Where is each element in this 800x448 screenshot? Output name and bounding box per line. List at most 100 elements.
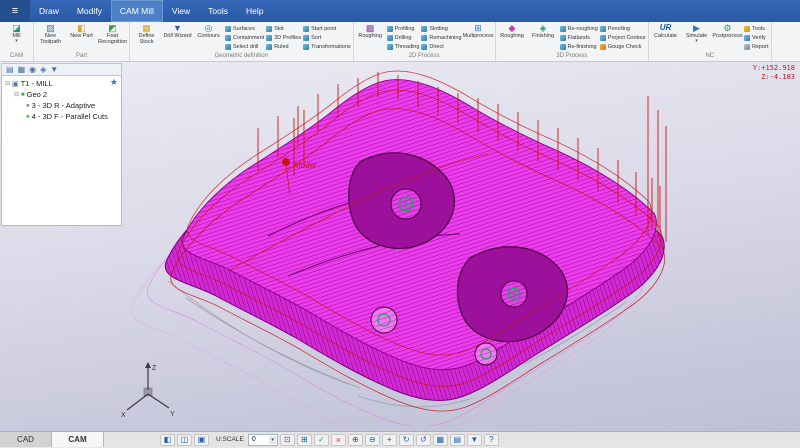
profiling-button[interactable]: Profiling <box>387 24 420 33</box>
finishing-button[interactable]: ◈ Finishing <box>528 22 559 52</box>
tree-node-operation-2[interactable]: ● 4 - 3D F - Parallel Cuts <box>2 111 121 122</box>
contours-button[interactable]: ◎ Contours <box>193 22 224 52</box>
roughing-2d-button[interactable]: ▩ Roughing <box>355 22 386 52</box>
select-drill-label: Select drill <box>233 44 258 50</box>
tree-node-operation-2-label: 4 - 3D F - Parallel Cuts <box>32 112 108 121</box>
new-part-icon: ◧ <box>77 23 86 33</box>
app-menu-button[interactable]: ≡ <box>0 0 30 22</box>
drilling-button[interactable]: Drilling <box>387 33 420 42</box>
re-finishing-button[interactable]: Re-finishing <box>560 42 598 51</box>
tree-node-operation-1[interactable]: ● 3 - 3D R - Adaptive <box>2 100 121 111</box>
panel-visibility-button[interactable]: ◉ <box>29 66 36 74</box>
threading-button[interactable]: Threading <box>387 42 420 51</box>
view-shaded-button[interactable]: ◧ <box>160 434 175 446</box>
collapse-icon[interactable]: ⊟ <box>5 80 10 87</box>
sort-icon <box>303 35 309 41</box>
panel-pin-button[interactable]: ◈ <box>40 66 46 74</box>
model-3d-view[interactable]: Model <box>108 66 708 426</box>
menu-modify[interactable]: Modify <box>68 0 111 22</box>
roughing-2d-icon: ▩ <box>366 23 375 33</box>
simulate-button[interactable]: ▶ Simulate ▾ <box>681 22 712 52</box>
roughing-3d-button[interactable]: ◆ Roughing <box>497 22 528 52</box>
postprocess-button[interactable]: ⚙ Postprocess <box>712 22 743 52</box>
menu-help[interactable]: Help <box>237 0 272 22</box>
new-toolpath-button[interactable]: ▨ New Toolpath <box>35 22 66 52</box>
remachining-button[interactable]: Remachining <box>421 33 461 42</box>
view-iso-button[interactable]: ▣ <box>194 434 209 446</box>
sort-button[interactable]: Sort <box>303 33 351 42</box>
define-stock-button[interactable]: ▦ Define Stock <box>131 22 162 52</box>
ruled-button[interactable]: Ruled <box>266 42 301 51</box>
feat-recognition-icon: ◩ <box>108 23 117 33</box>
view-wireframe-button[interactable]: ◫ <box>177 434 192 446</box>
tab-cam[interactable]: CAM <box>52 432 104 447</box>
chevron-down-icon: ▾ <box>15 39 18 44</box>
feat-recognition-button[interactable]: ◩ Feat Recognition <box>97 22 128 52</box>
pan-button[interactable]: + <box>382 434 397 446</box>
drilling-icon <box>387 35 393 41</box>
menu-cam-mill[interactable]: CAM Mill <box>111 0 163 22</box>
drill-wizard-button[interactable]: ▼ Drill Wizard <box>162 22 193 52</box>
layers-button[interactable]: ▤ <box>450 434 465 446</box>
direct-button[interactable]: Direct <box>421 42 461 51</box>
project-contour-icon <box>600 35 606 41</box>
simulate-icon: ▶ <box>693 23 700 33</box>
previous-view-button[interactable]: ↺ <box>416 434 431 446</box>
tree-node-machine[interactable]: ⊟ ▣ T1 - MILL <box>2 78 121 89</box>
zoom-window-button[interactable]: ⊡ <box>280 434 295 446</box>
containment-button[interactable]: Containment <box>225 33 264 42</box>
help-button[interactable]: ? <box>484 434 499 446</box>
menu-draw[interactable]: Draw <box>30 0 68 22</box>
new-part-button[interactable]: ◧ New Part <box>66 22 97 52</box>
confirm-button[interactable]: ✓ <box>314 434 329 446</box>
define-stock-icon: ▦ <box>142 23 151 33</box>
machine-icon: ▣ <box>12 80 19 88</box>
tree-node-machine-label: T1 - MILL <box>21 79 53 88</box>
start-point-button[interactable]: Start point <box>303 24 351 33</box>
zoom-in-button[interactable]: ⊕ <box>348 434 363 446</box>
rotate-view-button[interactable]: ↻ <box>399 434 414 446</box>
penciling-button[interactable]: Penciling <box>600 24 646 33</box>
transformations-button[interactable]: Transformations <box>303 42 351 51</box>
gouge-check-button[interactable]: Gouge Check <box>600 42 646 51</box>
panel-layers-button[interactable]: ▦ <box>18 66 26 74</box>
grid-button[interactable]: ▦ <box>433 434 448 446</box>
select-drill-button[interactable]: Select drill <box>225 42 264 51</box>
favorite-star-icon[interactable]: ★ <box>110 77 118 88</box>
verify-button[interactable]: Verify <box>744 33 769 42</box>
zoom-fit-button[interactable]: ⊞ <box>297 434 312 446</box>
panel-list-button[interactable]: ▤ <box>6 66 14 74</box>
cancel-button[interactable]: × <box>331 434 346 446</box>
multiprocess-button[interactable]: ⊞ Multiprocess <box>463 22 494 52</box>
profiles-3d-button[interactable]: 3D Profiles <box>266 33 301 42</box>
collapse-icon[interactable]: ⊟ <box>14 91 19 98</box>
viewport[interactable]: Model Z X Y Y:+152.918 Z:-4.183 ▤ ▦ ◉ ◈ <box>0 62 800 431</box>
ribbon-group-nc: UR Calculate ▶ Simulate ▾ ⚙ Postprocess … <box>649 22 772 61</box>
tree-node-group[interactable]: ⊟ ■ Geo 2 <box>2 89 121 100</box>
drilling-label: Drilling <box>395 35 412 41</box>
tab-cad[interactable]: CAD <box>0 432 52 447</box>
calculate-button[interactable]: UR Calculate <box>650 22 681 52</box>
slot-button[interactable]: Slot <box>266 24 301 33</box>
model-annotation-label: Model <box>294 161 316 170</box>
selection-filter-button[interactable]: ▼ <box>467 434 482 446</box>
project-contour-label: Project Contour <box>608 35 646 41</box>
tools-icon <box>744 26 750 32</box>
menu-tools[interactable]: Tools <box>199 0 237 22</box>
scale-select[interactable]: 0 ▾ <box>248 434 278 446</box>
zoom-out-button[interactable]: ⊖ <box>365 434 380 446</box>
flatlands-button[interactable]: Flatlands <box>560 33 598 42</box>
re-roughing-button[interactable]: Re-roughing <box>560 24 598 33</box>
project-contour-button[interactable]: Project Contour <box>600 33 646 42</box>
menu-view[interactable]: View <box>163 0 199 22</box>
report-button[interactable]: Report <box>744 42 769 51</box>
mill-button[interactable]: ◪ Mill ▾ <box>1 22 32 52</box>
surfaces-button[interactable]: Surfaces <box>225 24 264 33</box>
drill-wizard-icon: ▼ <box>173 23 182 33</box>
profiles-3d-icon <box>266 35 272 41</box>
slotting-button[interactable]: Slotting <box>421 24 461 33</box>
tools-button[interactable]: Tools <box>744 24 769 33</box>
start-point-label: Start point <box>311 26 336 32</box>
panel-filter-button[interactable]: ▼ <box>50 66 58 74</box>
app-window: ≡ Draw Modify CAM Mill View Tools Help ◪… <box>0 0 800 447</box>
